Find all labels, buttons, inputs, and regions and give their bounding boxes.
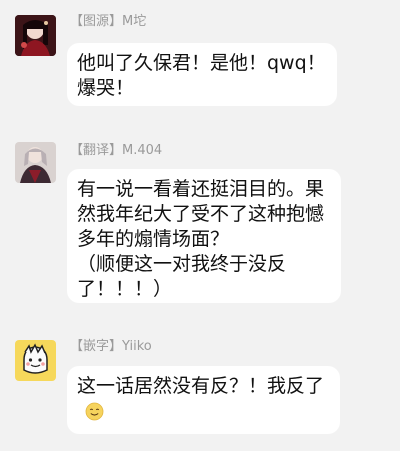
avatar-yiiko[interactable] bbox=[15, 340, 56, 381]
message-text-line: 他叫了久保君！是他！qwq！ bbox=[77, 52, 326, 74]
message-text-line: 这一话居然没有反？！我反了 bbox=[77, 375, 325, 397]
message-text-line: 然我年纪大了受不了这种抱憾 bbox=[77, 203, 325, 225]
avatar-m-404[interactable] bbox=[15, 142, 56, 183]
smiling-face-emoji-icon bbox=[85, 402, 104, 421]
sender-label: 【翻译】M.404 bbox=[70, 141, 162, 161]
message-text-line: 有一说一看着还挺泪目的。果 bbox=[77, 178, 325, 200]
sender-name: M坨 bbox=[122, 14, 147, 29]
message-text-line: 多年的煽情场面？ bbox=[77, 228, 230, 250]
message-text-line: （顺便这一对我终于没反 bbox=[77, 253, 287, 275]
message-bubble[interactable]: 这一话居然没有反？！我反了 bbox=[67, 366, 340, 434]
message-emoji-line bbox=[77, 399, 330, 424]
sender-name: Yiiko bbox=[122, 339, 152, 354]
message-bubble[interactable]: 他叫了久保君！是他！qwq！ 爆哭！ bbox=[67, 43, 337, 106]
sender-role-tag: 【嵌字】 bbox=[70, 339, 123, 354]
avatar-m-tuo[interactable] bbox=[15, 15, 56, 56]
message-text-line: 爆哭！ bbox=[77, 77, 135, 99]
sender-label: 【图源】M坨 bbox=[70, 12, 146, 32]
message-bubble[interactable]: 有一说一看着还挺泪目的。果 然我年纪大了受不了这种抱憾 多年的煽情场面？ （顺便… bbox=[67, 169, 341, 303]
sender-role-tag: 【翻译】 bbox=[70, 143, 123, 158]
message-text-line: 了！！！） bbox=[77, 278, 173, 300]
sender-name: M.404 bbox=[122, 143, 163, 158]
sender-label: 【嵌字】Yiiko bbox=[70, 337, 152, 357]
sender-role-tag: 【图源】 bbox=[70, 14, 123, 29]
